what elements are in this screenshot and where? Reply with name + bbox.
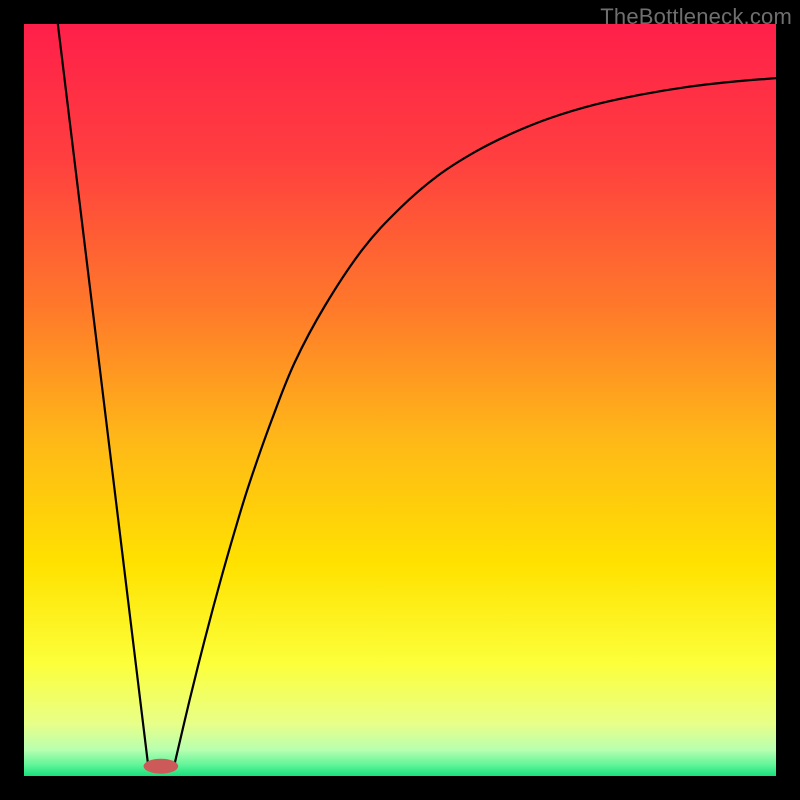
chart-svg [24, 24, 776, 776]
optimal-marker [144, 759, 179, 774]
watermark-text: TheBottleneck.com [600, 4, 792, 30]
chart-frame: TheBottleneck.com [0, 0, 800, 800]
plot-area [24, 24, 776, 776]
